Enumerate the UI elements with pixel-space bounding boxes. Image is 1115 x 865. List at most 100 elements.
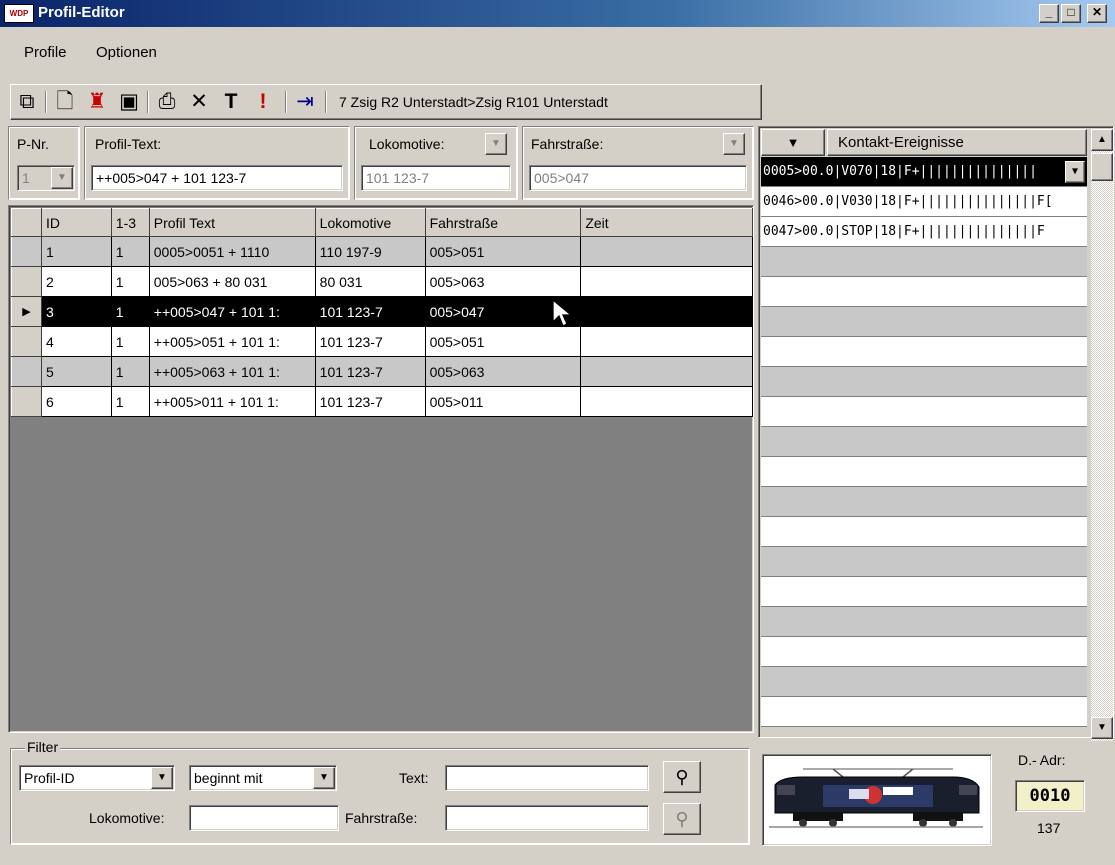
- row-header[interactable]: [11, 236, 42, 267]
- close-button[interactable]: ✕: [1087, 4, 1107, 23]
- event-empty-row[interactable]: [761, 247, 1087, 277]
- cell-id[interactable]: 6: [40, 386, 112, 417]
- event-empty-row[interactable]: [761, 367, 1087, 397]
- filter-fahrstrasse-input[interactable]: [445, 805, 649, 831]
- column-header-fahrstrasse[interactable]: Fahrstraße: [424, 208, 582, 237]
- chevron-down-icon[interactable]: ▼: [723, 133, 745, 155]
- cell-zeit[interactable]: [580, 356, 753, 387]
- chevron-down-icon[interactable]: ▼: [51, 167, 73, 189]
- cell-1-3[interactable]: 1: [110, 236, 150, 267]
- column-header-zeit[interactable]: Zeit: [580, 208, 753, 237]
- column-header-1-3[interactable]: 1-3: [110, 208, 150, 237]
- binoculars-icon[interactable]: ⚲: [663, 761, 701, 793]
- binoculars-icon[interactable]: ⚲: [663, 803, 701, 835]
- event-empty-row[interactable]: [761, 517, 1087, 547]
- cell-id[interactable]: 2: [40, 266, 112, 297]
- cell-profil-text[interactable]: ++005>051 + 101 1:: [148, 326, 316, 357]
- print-icon[interactable]: ⎙: [153, 88, 181, 116]
- scroll-up-icon[interactable]: ▲: [1091, 129, 1113, 151]
- cell-fahrstrasse[interactable]: 005>011: [424, 386, 582, 417]
- fahrstrasse-input[interactable]: 005>047: [529, 165, 747, 191]
- chevron-down-icon[interactable]: ▼: [313, 767, 335, 789]
- scroll-thumb[interactable]: [1091, 153, 1113, 181]
- cell-lokomotive[interactable]: 110 197-9: [314, 236, 426, 267]
- cell-fahrstrasse[interactable]: 005>063: [424, 356, 582, 387]
- events-scrollbar[interactable]: ▲ ▼: [1091, 129, 1113, 741]
- cell-1-3[interactable]: 1: [110, 266, 150, 297]
- row-header[interactable]: [11, 356, 42, 387]
- cell-lokomotive[interactable]: 80 031: [314, 266, 426, 297]
- row-header[interactable]: [11, 326, 42, 357]
- cell-fahrstrasse[interactable]: 005>051: [424, 236, 582, 267]
- cell-1-3[interactable]: 1: [110, 326, 150, 357]
- column-header-lokomotive[interactable]: Lokomotive: [314, 208, 426, 237]
- table-row[interactable]: 2 1 005>063 + 80 031 80 031 005>063: [11, 266, 753, 297]
- event-item[interactable]: 0047>00.0|STOP|18|F+|||||||||||||||F: [761, 217, 1087, 247]
- event-empty-row[interactable]: [761, 607, 1087, 637]
- warning-icon[interactable]: !: [249, 88, 277, 116]
- cell-lokomotive[interactable]: 101 123-7: [314, 326, 426, 357]
- exit-icon[interactable]: ⇥: [291, 88, 319, 116]
- row-header[interactable]: [11, 386, 42, 417]
- event-empty-row[interactable]: [761, 547, 1087, 577]
- maximize-button[interactable]: □: [1061, 4, 1081, 23]
- row-header[interactable]: ▶: [11, 296, 42, 327]
- lokomotive-input[interactable]: 101 123-7: [361, 165, 511, 191]
- cell-id[interactable]: 1: [40, 236, 112, 267]
- menu-profile[interactable]: Profile: [24, 44, 67, 61]
- cell-zeit[interactable]: [580, 386, 753, 417]
- event-empty-row[interactable]: [761, 697, 1087, 727]
- cell-profil-text[interactable]: 0005>0051 + 1110: [148, 236, 316, 267]
- cell-id[interactable]: 5: [40, 356, 112, 387]
- scroll-down-icon[interactable]: ▼: [1091, 717, 1113, 739]
- event-empty-row[interactable]: [761, 457, 1087, 487]
- event-empty-row[interactable]: [761, 427, 1087, 457]
- save-icon[interactable]: ▣: [115, 88, 143, 116]
- event-empty-row[interactable]: [761, 637, 1087, 667]
- event-empty-row[interactable]: [761, 667, 1087, 697]
- menu-optionen[interactable]: Optionen: [96, 44, 157, 61]
- cell-profil-text[interactable]: ++005>047 + 101 1:: [148, 296, 316, 327]
- column-header-id[interactable]: ID: [40, 208, 112, 237]
- cell-1-3[interactable]: 1: [110, 386, 150, 417]
- event-empty-row[interactable]: [761, 307, 1087, 337]
- cell-lokomotive[interactable]: 101 123-7: [314, 296, 426, 327]
- event-item[interactable]: 0046>00.0|V030|18|F+|||||||||||||||F[: [761, 187, 1087, 217]
- cell-profil-text[interactable]: ++005>011 + 101 1:: [148, 386, 316, 417]
- text-check-icon[interactable]: T: [217, 88, 245, 116]
- event-empty-row[interactable]: [761, 397, 1087, 427]
- table-row[interactable]: 1 1 0005>0051 + 1110 110 197-9 005>051: [11, 236, 753, 267]
- cell-zeit[interactable]: [580, 236, 753, 267]
- table-row[interactable]: ▶ 3 1 ++005>047 + 101 1: 101 123-7 005>047: [11, 296, 753, 327]
- event-empty-row[interactable]: [761, 337, 1087, 367]
- cell-1-3[interactable]: 1: [110, 296, 150, 327]
- cell-profil-text[interactable]: ++005>063 + 101 1:: [148, 356, 316, 387]
- cell-zeit[interactable]: [580, 326, 753, 357]
- filter-lokomotive-input[interactable]: [189, 805, 339, 831]
- delete-icon[interactable]: ✕: [185, 88, 213, 116]
- cell-fahrstrasse[interactable]: 005>063: [424, 266, 582, 297]
- events-sort-button[interactable]: ▼: [761, 129, 825, 156]
- cell-1-3[interactable]: 1: [110, 356, 150, 387]
- filter-text-input[interactable]: [445, 765, 649, 791]
- cell-profil-text[interactable]: 005>063 + 80 031: [148, 266, 316, 297]
- table-row[interactable]: 6 1 ++005>011 + 101 1: 101 123-7 005>011: [11, 386, 753, 417]
- cell-lokomotive[interactable]: 101 123-7: [314, 356, 426, 387]
- table-row[interactable]: 5 1 ++005>063 + 101 1: 101 123-7 005>063: [11, 356, 753, 387]
- cell-zeit[interactable]: [580, 296, 753, 327]
- cell-id[interactable]: 3: [40, 296, 112, 327]
- event-empty-row[interactable]: [761, 487, 1087, 517]
- minimize-button[interactable]: _: [1039, 4, 1059, 23]
- column-header-profil-text[interactable]: Profil Text: [148, 208, 316, 237]
- window-icon[interactable]: ⧉: [13, 88, 41, 116]
- cell-id[interactable]: 4: [40, 326, 112, 357]
- stamp-icon[interactable]: ♜: [83, 88, 111, 116]
- cell-lokomotive[interactable]: 101 123-7: [314, 386, 426, 417]
- event-empty-row[interactable]: [761, 577, 1087, 607]
- table-row[interactable]: 4 1 ++005>051 + 101 1: 101 123-7 005>051: [11, 326, 753, 357]
- cell-zeit[interactable]: [580, 266, 753, 297]
- event-item[interactable]: 0005>00.0|V070|18|F+||||||||||||||| ▼: [761, 157, 1087, 187]
- chevron-down-icon[interactable]: ▼: [151, 767, 173, 789]
- chevron-down-icon[interactable]: ▼: [485, 133, 507, 155]
- event-empty-row[interactable]: [761, 277, 1087, 307]
